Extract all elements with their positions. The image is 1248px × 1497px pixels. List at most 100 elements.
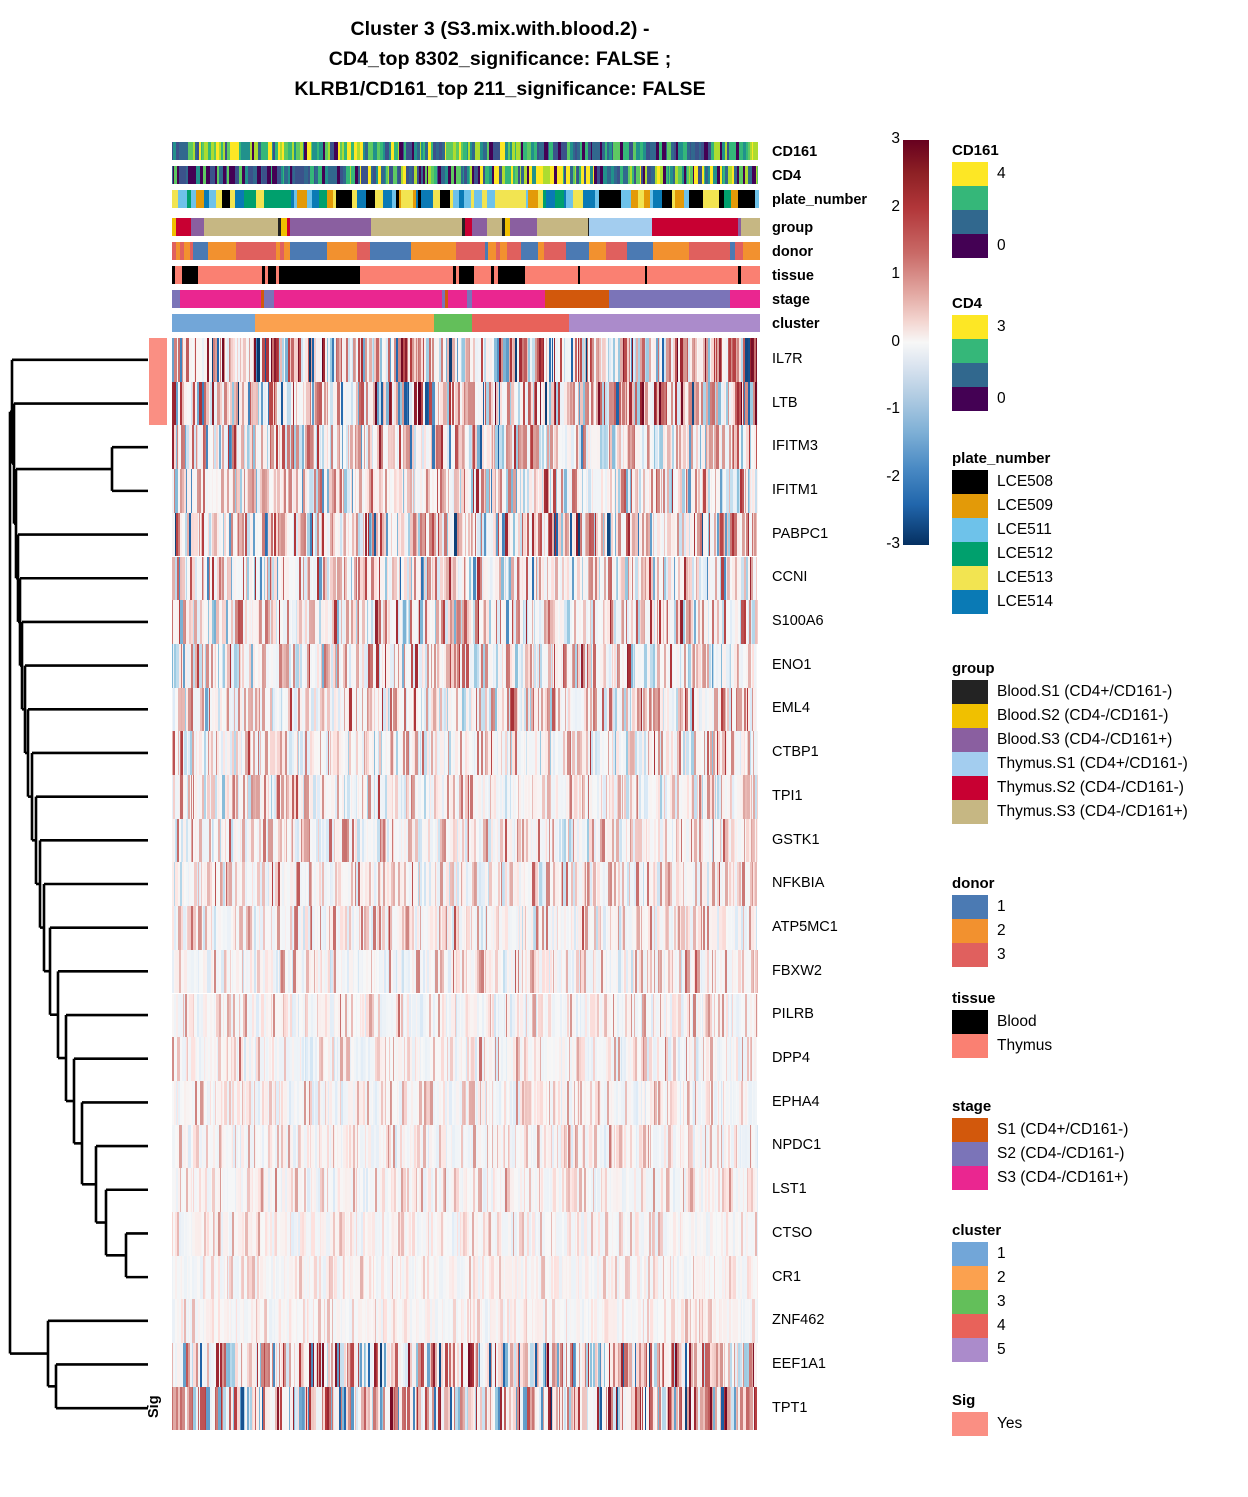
legend-swatch — [952, 728, 988, 752]
legend-item[interactable] — [952, 210, 1006, 234]
legend-item[interactable]: 5 — [952, 1338, 1006, 1362]
row-dendrogram — [8, 358, 148, 1410]
heatmap-row — [172, 643, 760, 688]
heatmap-row — [172, 1299, 760, 1344]
legend-item[interactable]: Thymus.S1 (CD4+/CD161-) — [952, 752, 1188, 776]
heatmap-row — [172, 556, 760, 601]
heatmap-row — [172, 1343, 760, 1387]
legend-label: 1 — [997, 1245, 1006, 1262]
legend-swatch — [952, 704, 988, 728]
heatmap-row — [172, 818, 760, 863]
legend-swatch — [952, 162, 988, 186]
annotation-band-group — [172, 218, 760, 236]
gene-label-IFITM1: IFITM1 — [772, 481, 818, 498]
legend-label: Thymus.S1 (CD4+/CD161-) — [997, 755, 1188, 772]
expression-colorbar — [903, 140, 929, 545]
legend-item[interactable]: 4 — [952, 1314, 1006, 1338]
gene-label-EML4: EML4 — [772, 700, 810, 717]
heatmap-row — [172, 1255, 760, 1300]
legend-item[interactable]: Blood — [952, 1010, 1052, 1034]
legend-swatch — [952, 1166, 988, 1190]
legend-CD161: CD161 4 0 — [952, 142, 1006, 258]
legend-item[interactable] — [952, 339, 1006, 363]
legend-item[interactable]: Blood.S1 (CD4+/CD161-) — [952, 680, 1188, 704]
legend-item[interactable] — [952, 363, 1006, 387]
legend-item[interactable]: Blood.S3 (CD4-/CD161+) — [952, 728, 1188, 752]
legend-swatch — [952, 1242, 988, 1266]
legend-label: S2 (CD4-/CD161-) — [997, 1145, 1125, 1162]
legend-item[interactable]: S1 (CD4+/CD161-) — [952, 1118, 1128, 1142]
legend-item[interactable]: Yes — [952, 1412, 1022, 1436]
legend-swatch — [952, 234, 988, 258]
gene-label-DPP4: DPP4 — [772, 1050, 810, 1067]
legend-item[interactable]: S2 (CD4-/CD161-) — [952, 1142, 1128, 1166]
legend-item[interactable]: 2 — [952, 919, 1006, 943]
annotation-label-CD4: CD4 — [772, 168, 802, 184]
heatmap-row — [172, 600, 760, 644]
legend-item[interactable]: LCE512 — [952, 542, 1053, 566]
legend-swatch — [952, 518, 988, 542]
gene-label-ENO1: ENO1 — [772, 656, 812, 673]
legend-label: 3 — [997, 1293, 1006, 1310]
annotation-label-cluster: cluster — [772, 316, 820, 332]
legend-item[interactable]: 2 — [952, 1266, 1006, 1290]
heatmap-row — [172, 1080, 760, 1125]
legend-label: Yes — [997, 1415, 1023, 1432]
annotation-band-CD4 — [172, 166, 760, 184]
heatmap-row — [172, 1386, 760, 1431]
legend-donor: donor 1 2 3 — [952, 875, 1006, 967]
legend-item[interactable]: Thymus.S2 (CD4-/CD161-) — [952, 776, 1188, 800]
heatmap-row — [172, 1037, 760, 1081]
legend-swatch — [952, 542, 988, 566]
colorbar-tick--2: -2 — [886, 467, 900, 485]
legend-item[interactable]: LCE508 — [952, 470, 1053, 494]
legend-title-stage: stage — [952, 1098, 992, 1115]
gene-label-CR1: CR1 — [772, 1268, 802, 1285]
legend-swatch — [952, 387, 988, 411]
legend-item[interactable]: 3 — [952, 943, 1006, 967]
legend-item[interactable]: LCE514 — [952, 590, 1053, 614]
legend-item[interactable]: 0 — [952, 387, 1006, 411]
legend-item[interactable]: LCE509 — [952, 494, 1053, 518]
legend-swatch — [952, 752, 988, 776]
legend-label: Blood.S2 (CD4-/CD161-) — [997, 707, 1169, 724]
legend-stage: stage S1 (CD4+/CD161-) S2 (CD4-/CD161-) S3 … — [952, 1098, 1128, 1190]
heatmap-row — [172, 906, 760, 950]
legend-item[interactable]: 4 — [952, 162, 1006, 186]
colorbar-tick-1: 1 — [891, 265, 900, 282]
legend-item[interactable] — [952, 186, 1006, 210]
legend-item[interactable]: 3 — [952, 1290, 1006, 1314]
legend-title-donor: donor — [952, 875, 995, 892]
legend-plate_number: plate_number LCE508 LCE509 LCE511 LCE512 LCE5… — [952, 450, 1053, 614]
legend-item[interactable]: S3 (CD4-/CD161+) — [952, 1166, 1128, 1190]
legend-label: Thymus.S3 (CD4-/CD161+) — [997, 803, 1188, 820]
legend-item[interactable]: LCE511 — [952, 518, 1053, 542]
gene-label-CTSO: CTSO — [772, 1224, 813, 1241]
legend-swatch — [952, 590, 988, 614]
annotation-band-plate_number — [172, 190, 760, 208]
colorbar-tick--3: -3 — [886, 535, 900, 552]
heatmap-row — [172, 862, 760, 907]
legend-item[interactable]: 0 — [952, 234, 1006, 258]
gene-label-EEF1A1: EEF1A1 — [772, 1355, 826, 1372]
legend-item[interactable]: 1 — [952, 895, 1006, 919]
heatmap-row — [172, 775, 760, 819]
annotation-band-donor — [172, 242, 760, 260]
legend-label: 2 — [997, 1269, 1006, 1286]
legend-label: LCE511 — [997, 521, 1052, 538]
gene-label-ATP5MC1: ATP5MC1 — [772, 918, 838, 935]
legend-label: Blood — [997, 1013, 1037, 1030]
legend-item[interactable]: 3 — [952, 315, 1006, 339]
legend-item[interactable]: LCE513 — [952, 566, 1053, 590]
legend-item[interactable]: Thymus — [952, 1034, 1052, 1058]
legend-item[interactable]: Thymus.S3 (CD4-/CD161+) — [952, 800, 1188, 824]
legend-swatch — [952, 1290, 988, 1314]
annotation-label-plate_number: plate_number — [772, 192, 868, 208]
legend-label: 0 — [997, 237, 1006, 254]
legend-item[interactable]: Blood.S2 (CD4-/CD161-) — [952, 704, 1188, 728]
legend-item[interactable]: 1 — [952, 1242, 1006, 1266]
annotation-label-donor: donor — [772, 244, 814, 260]
heatmap-row — [172, 1212, 760, 1256]
heatmap-row — [172, 381, 760, 426]
gene-label-PILRB: PILRB — [772, 1006, 814, 1023]
